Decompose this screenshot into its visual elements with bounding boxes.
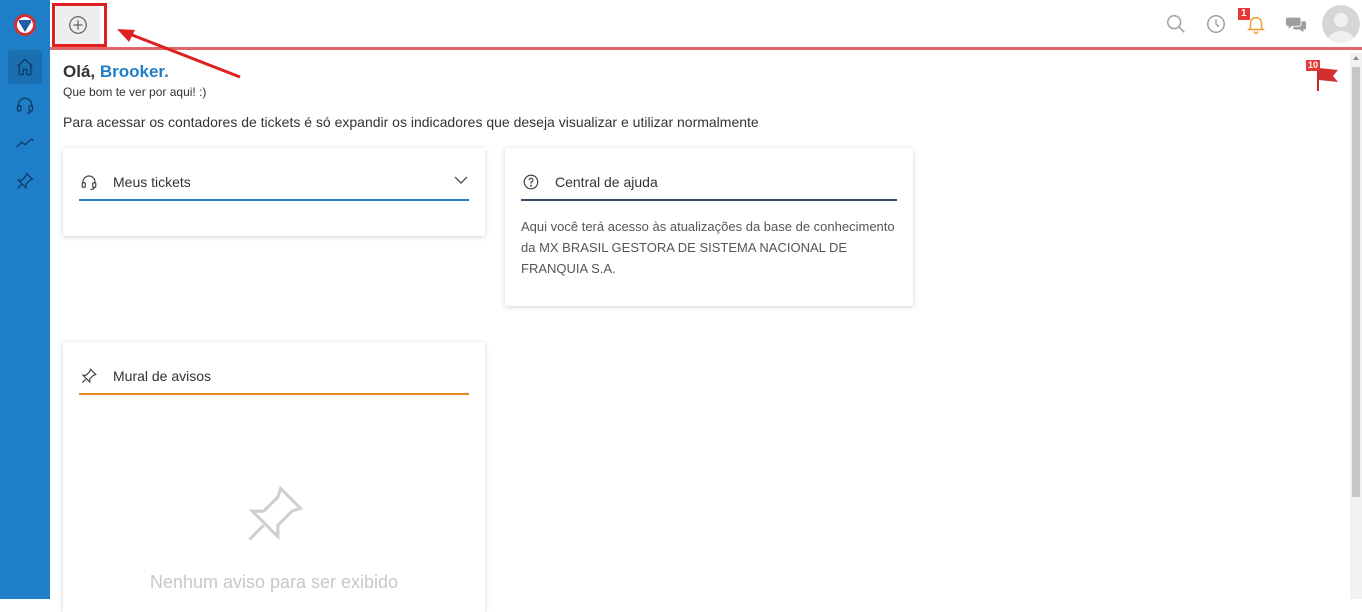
scrollbar[interactable] xyxy=(1350,53,1362,599)
sidebar-item-home[interactable] xyxy=(8,50,42,84)
trend-icon xyxy=(16,138,34,148)
search-button[interactable] xyxy=(1164,12,1188,36)
user-icon xyxy=(1327,13,1355,43)
pin-icon xyxy=(16,172,34,190)
tickets-card-title: Meus tickets xyxy=(113,173,191,190)
empty-notices-text: Nenhum aviso para ser exibido xyxy=(149,572,399,592)
chevron-down-icon[interactable] xyxy=(453,172,469,188)
scroll-up-arrow[interactable] xyxy=(1353,56,1359,60)
pin-icon xyxy=(79,366,99,386)
user-name: Brooker. xyxy=(99,62,169,81)
add-button[interactable] xyxy=(56,6,100,44)
scroll-thumb[interactable] xyxy=(1352,67,1360,497)
greeting-subtitle: Que bom te ver por aqui! :) xyxy=(63,85,207,99)
avatar[interactable] xyxy=(1322,5,1360,43)
sidebar-item-reports[interactable] xyxy=(8,126,42,160)
greeting-hello: Olá, xyxy=(63,62,96,81)
help-card-body: Aqui você terá acesso às atualizações da… xyxy=(521,219,895,276)
notices-card-header: Mural de avisos xyxy=(79,358,469,395)
tickets-card-header[interactable]: Meus tickets xyxy=(79,164,469,201)
search-icon xyxy=(1167,15,1185,33)
help-icon xyxy=(521,172,541,192)
help-card-header: Central de ajuda xyxy=(521,164,897,201)
plus-circle-icon xyxy=(69,16,87,34)
sidebar-item-tickets[interactable] xyxy=(8,88,42,122)
tickets-card: Meus tickets xyxy=(63,148,485,236)
sidebar xyxy=(0,0,50,599)
headset-icon xyxy=(16,97,34,114)
app-logo[interactable] xyxy=(12,12,38,38)
headset-icon xyxy=(79,172,99,192)
help-card-title: Central de ajuda xyxy=(555,173,658,190)
notices-card: Mural de avisos Nenhum aviso para ser ex… xyxy=(63,342,485,612)
sidebar-item-notices[interactable] xyxy=(8,164,42,198)
info-text: Para acessar os contadores de tickets é … xyxy=(63,114,759,130)
notices-card-title: Mural de avisos xyxy=(113,367,212,384)
page-title: Olá, Brooker. xyxy=(63,62,169,82)
flag-badge: 10 xyxy=(1306,60,1321,71)
help-card: Central de ajuda Aqui você terá acesso à… xyxy=(505,148,913,306)
pin-empty-icon xyxy=(248,485,304,541)
home-icon xyxy=(17,58,33,76)
chat-icon xyxy=(1285,17,1307,33)
history-button[interactable] xyxy=(1204,12,1228,36)
notification-badge: 1 xyxy=(1238,8,1250,20)
chat-button[interactable] xyxy=(1284,12,1308,36)
clock-icon xyxy=(1207,15,1225,33)
